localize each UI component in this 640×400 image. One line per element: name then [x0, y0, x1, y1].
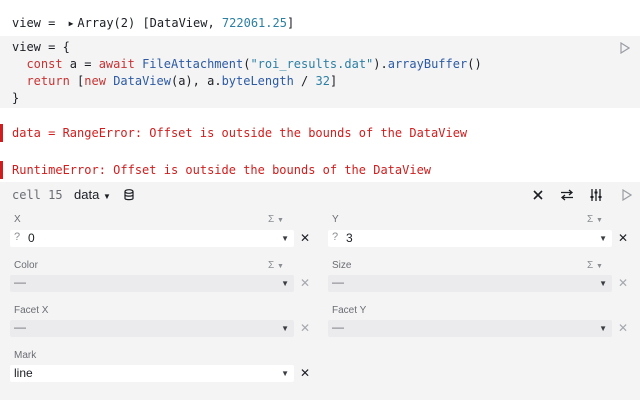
cell-label: cell 15	[12, 188, 63, 202]
runtime-error-message: RuntimeError: Offset is outside the boun…	[12, 163, 432, 177]
size-field-select[interactable]: — ▼	[328, 275, 612, 292]
x-field-value: 0	[28, 231, 35, 245]
database-icon[interactable]	[124, 189, 134, 201]
facet-x-field-label: Facet X	[14, 305, 49, 316]
x-field-label: X	[14, 214, 21, 225]
color-field-select[interactable]: — ▼	[10, 275, 294, 292]
size-field-value: —	[332, 275, 344, 289]
chevron-down-icon: ▼	[281, 324, 289, 333]
chevron-down-icon: ▼	[281, 279, 289, 288]
facet-x-field-select[interactable]: — ▼	[10, 320, 294, 337]
aggregate-sigma-icon[interactable]: Σ ▼	[587, 214, 603, 225]
mark-field-value: line	[14, 366, 33, 380]
question-icon: ?	[332, 231, 339, 243]
run-cell-icon[interactable]	[622, 189, 632, 201]
y-field-label: Y	[332, 214, 339, 225]
y-field-value: 3	[346, 231, 353, 245]
data-source-select[interactable]: data ▼	[74, 187, 111, 202]
x-clear-icon[interactable]: ✕	[300, 231, 310, 245]
data-error-message: data = RangeError: Offset is outside the…	[12, 126, 468, 140]
aggregate-sigma-icon[interactable]: Σ ▼	[587, 260, 603, 271]
x-field-select[interactable]: ? 0 ▼	[10, 230, 294, 247]
chart-cell-panel: cell 15 data ▼ X Σ ▼ ? 0 ▼ ✕ Y Σ ▼ ? 3 ▼…	[0, 182, 640, 400]
facet-y-field-label: Facet Y	[332, 305, 367, 316]
question-icon: ?	[14, 231, 21, 243]
mark-field-label: Mark	[14, 350, 37, 361]
error-marker	[0, 161, 3, 179]
chevron-down-icon: ▼	[281, 234, 289, 243]
code-line-1: view = {	[12, 40, 70, 54]
y-clear-icon[interactable]: ✕	[618, 231, 628, 245]
chevron-down-icon: ▼	[599, 234, 607, 243]
mark-clear-icon[interactable]: ✕	[300, 366, 310, 380]
output-number: 722061.25	[221, 16, 287, 30]
chevron-down-icon: ▼	[102, 192, 111, 201]
size-field-label: Size	[332, 260, 352, 271]
facet-y-clear-icon[interactable]: ✕	[618, 321, 628, 335]
aggregate-sigma-icon[interactable]: Σ ▼	[268, 214, 284, 225]
error-marker	[0, 124, 3, 142]
y-field-select[interactable]: ? 3 ▼	[328, 230, 612, 247]
cell-output: view = ▶ Array(2) [DataView, 722061.25]	[12, 14, 294, 33]
expand-triangle-icon[interactable]: ▶	[69, 15, 74, 33]
code-line-3: return [new DataView(a), a.byteLength / …	[26, 74, 338, 88]
aggregate-sigma-icon[interactable]: Σ ▼	[268, 260, 284, 271]
chevron-down-icon: ▼	[281, 369, 289, 378]
output-name: view	[12, 16, 41, 30]
settings-sliders-icon[interactable]	[589, 188, 603, 202]
output-type[interactable]: Array(2)	[77, 16, 135, 30]
size-clear-icon[interactable]: ✕	[618, 276, 628, 290]
color-clear-icon[interactable]: ✕	[300, 276, 310, 290]
code-editor[interactable]: view = { const a = await FileAttachment(…	[0, 36, 640, 108]
facet-x-field-value: —	[14, 320, 26, 334]
chevron-down-icon: ▼	[599, 279, 607, 288]
code-line-4: }	[12, 91, 20, 105]
chevron-down-icon: ▼	[599, 324, 607, 333]
code-line-2: const a = await FileAttachment("roi_resu…	[26, 57, 482, 71]
facet-y-field-select[interactable]: — ▼	[328, 320, 612, 337]
close-icon[interactable]	[533, 190, 543, 200]
facet-y-field-value: —	[332, 320, 344, 334]
run-cell-icon[interactable]	[620, 42, 630, 54]
color-field-value: —	[14, 275, 26, 289]
panel-header: cell 15 data ▼	[0, 182, 640, 208]
facet-x-clear-icon[interactable]: ✕	[300, 321, 310, 335]
mark-field-select[interactable]: line ▼	[10, 365, 294, 382]
color-field-label: Color	[14, 260, 38, 271]
swap-icon[interactable]	[560, 189, 574, 201]
